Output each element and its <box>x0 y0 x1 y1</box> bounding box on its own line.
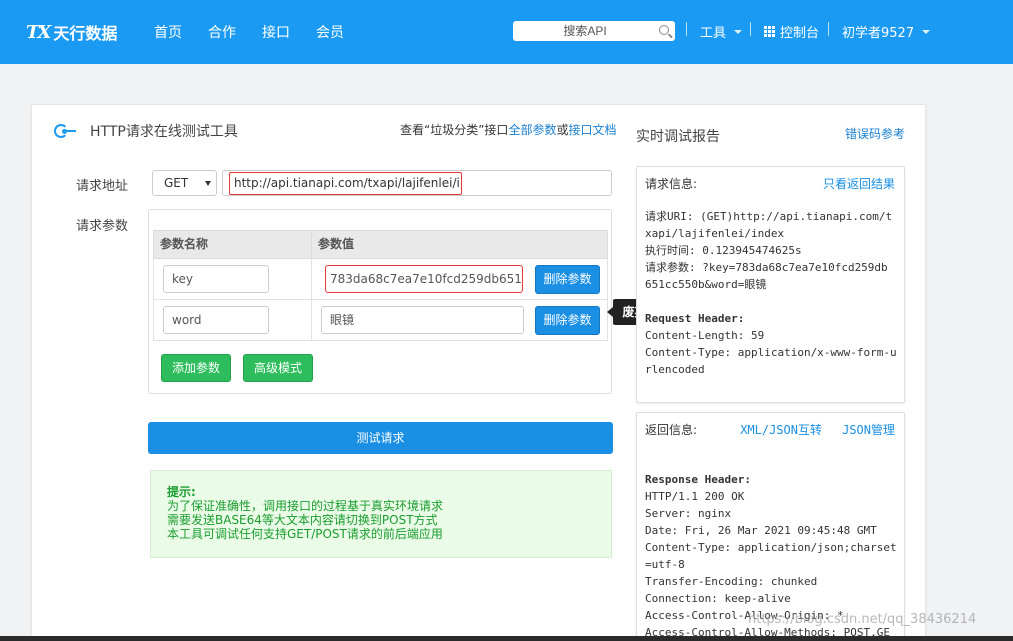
console-label: 控制台 <box>780 26 820 41</box>
tips-box: 提示: 为了保证准确性，调用接口的过程基于真实环境请求 需要发送BASE64等大… <box>150 470 612 558</box>
top-navbar: TX 天行数据 首页 合作 接口 会员 工具 控制台 初学者9527 <box>0 0 1013 64</box>
chevron-down-icon <box>922 29 931 34</box>
logo-mark: TX <box>26 21 51 43</box>
tool-header: HTTP请求在线测试工具 <box>50 121 238 141</box>
url-input[interactable]: http://api.tianapi.com/txapi/lajifenlei/… <box>222 170 612 196</box>
params-table-header: 参数名称 参数值 <box>153 230 608 259</box>
delete-param-button[interactable]: 删除参数 <box>535 265 600 294</box>
nav-item-cooperation[interactable]: 合作 <box>208 22 236 42</box>
nav-item-home[interactable]: 首页 <box>154 22 182 42</box>
request-info-box: 请求信息: 只看返回结果 请求URI: (GET)http://api.tian… <box>636 166 905 403</box>
tips-line: 需要发送BASE64等大文本内容请切换到POST方式 <box>167 513 438 527</box>
col-param-value: 参数值 <box>318 237 355 251</box>
col-param-name: 参数名称 <box>154 231 312 258</box>
tips-line: 为了保证准确性，调用接口的过程基于真实环境请求 <box>167 499 444 513</box>
logo-text: 天行数据 <box>53 24 118 43</box>
divider <box>686 22 687 36</box>
url-value: http://api.tianapi.com/txapi/lajifenlei/… <box>229 172 462 195</box>
bottom-bar <box>0 636 1013 641</box>
tools-menu[interactable]: 工具 <box>700 22 743 41</box>
api-doc-link[interactable]: 接口文档 <box>568 123 616 137</box>
tips-line: 本工具可调试任何支持GET/POST请求的前后端应用 <box>167 527 443 541</box>
request-address-label: 请求地址 <box>76 179 129 194</box>
console-link[interactable]: 控制台 <box>764 22 819 41</box>
user-menu[interactable]: 初学者9527 <box>842 22 931 41</box>
param-name-input[interactable]: key <box>163 265 269 293</box>
method-select[interactable]: GET <box>152 170 217 196</box>
only-result-link[interactable]: 只看返回结果 <box>823 175 895 192</box>
watermark: https://blog.csdn.net/qq_38436214 <box>748 612 977 627</box>
doc-links: 查看“垃圾分类”接口全部参数或接口文档 <box>400 121 616 138</box>
divider <box>828 22 829 36</box>
chevron-down-icon <box>734 29 743 34</box>
request-info-header: 请求信息: <box>645 177 698 191</box>
response-info-box: 返回信息: XML/JSON互转 JSON管理 Response Header:… <box>636 412 905 641</box>
advanced-mode-button[interactable]: 高级模式 <box>243 354 313 382</box>
json-manage-link[interactable]: JSON管理 <box>842 421 895 438</box>
param-value-input[interactable]: 783da68c7ea7e10fcd259db651cc550b <box>325 265 523 293</box>
param-value-input[interactable]: 眼镜 <box>321 306 524 334</box>
request-params-label: 请求参数 <box>76 219 129 234</box>
search-input[interactable] <box>513 21 653 41</box>
response-info-header: 返回信息: <box>645 423 698 437</box>
api-tool-icon <box>50 123 76 139</box>
method-value: GET <box>164 176 189 190</box>
add-param-button[interactable]: 添加参数 <box>161 354 231 382</box>
table-row: word 眼镜 删除参数 <box>153 300 608 341</box>
report-title: 实时调试报告 <box>636 129 720 145</box>
tools-menu-label: 工具 <box>700 26 727 41</box>
grid-icon <box>764 26 775 37</box>
divider <box>750 22 751 36</box>
tool-title: HTTP请求在线测试工具 <box>90 124 238 140</box>
logo[interactable]: TX 天行数据 <box>26 20 117 44</box>
error-codes-link[interactable]: 错误码参考 <box>845 125 905 142</box>
delete-param-button[interactable]: 删除参数 <box>535 306 600 335</box>
xml-json-convert-link[interactable]: XML/JSON互转 <box>740 421 822 438</box>
username: 初学者9527 <box>842 26 915 41</box>
all-params-link[interactable]: 全部参数 <box>508 123 556 137</box>
doc-prefix: 查看“垃圾分类”接口 <box>400 123 509 137</box>
chevron-down-icon <box>205 181 211 186</box>
doc-or: 或 <box>556 123 569 137</box>
search-box <box>513 21 675 41</box>
nav-item-api[interactable]: 接口 <box>262 22 290 42</box>
param-name-input[interactable]: word <box>163 306 269 334</box>
request-info-body: 请求URI: (GET)http://api.tianapi.com/t xapi… <box>645 210 897 376</box>
table-row: key 783da68c7ea7e10fcd259db651cc550b 删除参… <box>153 259 608 300</box>
tips-title: 提示: <box>167 485 196 499</box>
main-nav: 首页 合作 接口 会员 <box>154 22 344 42</box>
test-request-button[interactable]: 测试请求 <box>148 422 613 454</box>
nav-item-membership[interactable]: 会员 <box>316 22 344 42</box>
search-icon[interactable] <box>659 25 669 35</box>
params-table: 参数名称 参数值 key 783da68c7ea7e10fcd259db651c… <box>153 230 608 341</box>
